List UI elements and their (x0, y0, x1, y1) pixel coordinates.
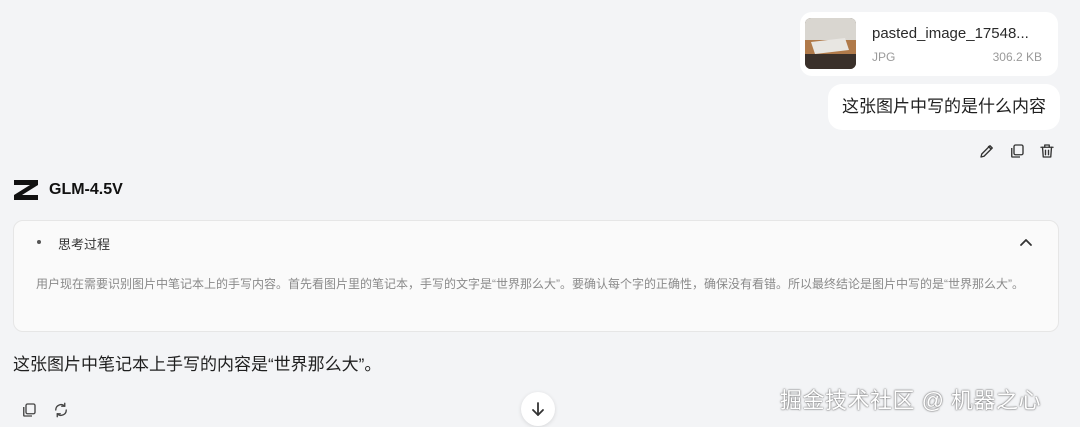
attachment-type: JPG (872, 50, 896, 64)
edit-icon[interactable] (976, 140, 998, 162)
scroll-to-bottom-button[interactable] (521, 392, 555, 426)
bullet-dot (37, 240, 41, 244)
model-name: GLM-4.5V (49, 181, 123, 198)
refresh-icon[interactable] (50, 399, 72, 421)
copy-icon[interactable] (18, 399, 40, 421)
thinking-process-panel: 思考过程 用户现在需要识别图片中笔记本上的手写内容。首先看图片里的笔记本，手写的… (13, 220, 1059, 332)
user-message-bubble: 这张图片中写的是什么内容 (828, 84, 1060, 130)
watermark: 掘金技术社区 @ 机器之心 (780, 388, 1042, 413)
arrow-down-icon (532, 402, 544, 416)
copy-icon[interactable] (1006, 140, 1028, 162)
z-logo-icon (13, 179, 39, 201)
chevron-up-icon[interactable] (1018, 235, 1034, 251)
image-attachment-card[interactable]: pasted_image_17548... JPG 306.2 KB (800, 12, 1058, 76)
attachment-filename: pasted_image_17548... (872, 25, 1029, 42)
answer-actions (18, 399, 72, 421)
chat-page: pasted_image_17548... JPG 306.2 KB 这张图片中… (0, 0, 1080, 427)
thinking-content: 用户现在需要识别图片中笔记本上的手写内容。首先看图片里的笔记本，手写的文字是“世… (36, 277, 1024, 291)
thinking-title: 思考过程 (58, 237, 111, 252)
attachment-size: 306.2 KB (992, 50, 1042, 64)
model-header: GLM-4.5V (13, 179, 123, 201)
assistant-answer: 这张图片中笔记本上手写的内容是“世界那么大”。 (13, 355, 382, 374)
image-thumbnail[interactable] (805, 18, 856, 69)
user-message-actions (976, 140, 1058, 162)
trash-icon[interactable] (1036, 140, 1058, 162)
thinking-panel-header[interactable]: 思考过程 (14, 221, 1058, 265)
